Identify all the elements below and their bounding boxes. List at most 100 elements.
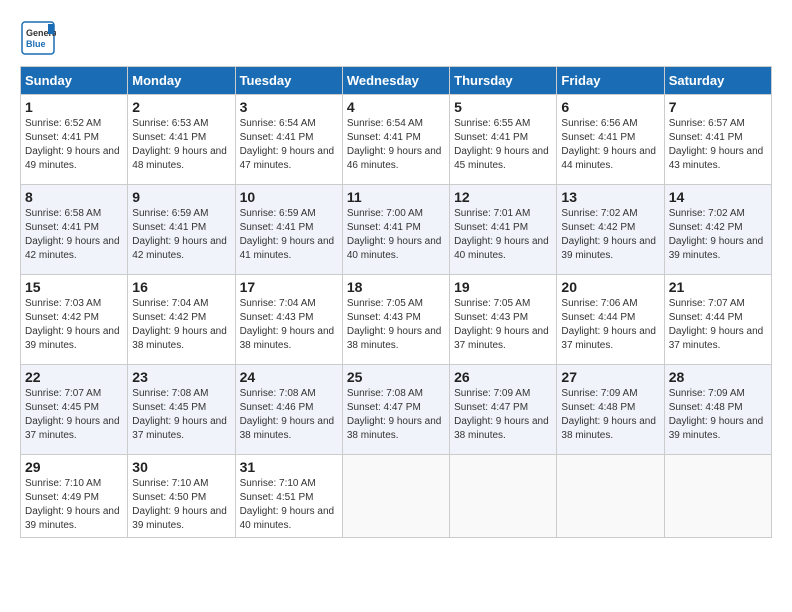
day-cell-18: 18 Sunrise: 7:05 AMSunset: 4:43 PMDaylig…: [342, 275, 449, 365]
day-cell-28: 28 Sunrise: 7:09 AMSunset: 4:48 PMDaylig…: [664, 365, 771, 455]
day-number: 22: [25, 369, 123, 385]
day-info: Sunrise: 7:09 AMSunset: 4:48 PMDaylight:…: [669, 388, 764, 441]
empty-cell: [450, 455, 557, 538]
weekday-header-wednesday: Wednesday: [342, 67, 449, 95]
day-number: 2: [132, 99, 230, 115]
day-number: 18: [347, 279, 445, 295]
day-info: Sunrise: 7:08 AMSunset: 4:47 PMDaylight:…: [347, 388, 442, 441]
day-cell-21: 21 Sunrise: 7:07 AMSunset: 4:44 PMDaylig…: [664, 275, 771, 365]
day-cell-25: 25 Sunrise: 7:08 AMSunset: 4:47 PMDaylig…: [342, 365, 449, 455]
day-cell-9: 9 Sunrise: 6:59 AMSunset: 4:41 PMDayligh…: [128, 185, 235, 275]
day-cell-12: 12 Sunrise: 7:01 AMSunset: 4:41 PMDaylig…: [450, 185, 557, 275]
day-info: Sunrise: 6:54 AMSunset: 4:41 PMDaylight:…: [347, 118, 442, 171]
day-cell-26: 26 Sunrise: 7:09 AMSunset: 4:47 PMDaylig…: [450, 365, 557, 455]
day-number: 26: [454, 369, 552, 385]
empty-cell: [342, 455, 449, 538]
day-info: Sunrise: 7:05 AMSunset: 4:43 PMDaylight:…: [347, 298, 442, 351]
header: General Blue: [20, 20, 772, 56]
weekday-header-sunday: Sunday: [21, 67, 128, 95]
day-number: 17: [240, 279, 338, 295]
day-cell-31: 31 Sunrise: 7:10 AMSunset: 4:51 PMDaylig…: [235, 455, 342, 538]
day-number: 11: [347, 189, 445, 205]
day-info: Sunrise: 7:03 AMSunset: 4:42 PMDaylight:…: [25, 298, 120, 351]
day-number: 14: [669, 189, 767, 205]
day-info: Sunrise: 7:05 AMSunset: 4:43 PMDaylight:…: [454, 298, 549, 351]
day-cell-17: 17 Sunrise: 7:04 AMSunset: 4:43 PMDaylig…: [235, 275, 342, 365]
day-number: 21: [669, 279, 767, 295]
weekday-header-friday: Friday: [557, 67, 664, 95]
day-cell-16: 16 Sunrise: 7:04 AMSunset: 4:42 PMDaylig…: [128, 275, 235, 365]
day-cell-27: 27 Sunrise: 7:09 AMSunset: 4:48 PMDaylig…: [557, 365, 664, 455]
svg-text:Blue: Blue: [26, 39, 46, 49]
day-number: 28: [669, 369, 767, 385]
day-info: Sunrise: 7:08 AMSunset: 4:45 PMDaylight:…: [132, 388, 227, 441]
day-number: 13: [561, 189, 659, 205]
day-number: 30: [132, 459, 230, 475]
day-number: 27: [561, 369, 659, 385]
weekday-header-monday: Monday: [128, 67, 235, 95]
empty-cell: [664, 455, 771, 538]
day-info: Sunrise: 7:01 AMSunset: 4:41 PMDaylight:…: [454, 208, 549, 261]
weekday-header-thursday: Thursday: [450, 67, 557, 95]
day-cell-19: 19 Sunrise: 7:05 AMSunset: 4:43 PMDaylig…: [450, 275, 557, 365]
day-info: Sunrise: 7:08 AMSunset: 4:46 PMDaylight:…: [240, 388, 335, 441]
day-info: Sunrise: 7:09 AMSunset: 4:48 PMDaylight:…: [561, 388, 656, 441]
day-number: 9: [132, 189, 230, 205]
day-info: Sunrise: 6:54 AMSunset: 4:41 PMDaylight:…: [240, 118, 335, 171]
day-cell-8: 8 Sunrise: 6:58 AMSunset: 4:41 PMDayligh…: [21, 185, 128, 275]
day-number: 20: [561, 279, 659, 295]
day-info: Sunrise: 6:58 AMSunset: 4:41 PMDaylight:…: [25, 208, 120, 261]
day-info: Sunrise: 7:07 AMSunset: 4:45 PMDaylight:…: [25, 388, 120, 441]
day-cell-14: 14 Sunrise: 7:02 AMSunset: 4:42 PMDaylig…: [664, 185, 771, 275]
day-info: Sunrise: 7:09 AMSunset: 4:47 PMDaylight:…: [454, 388, 549, 441]
day-cell-2: 2 Sunrise: 6:53 AMSunset: 4:41 PMDayligh…: [128, 95, 235, 185]
day-info: Sunrise: 6:55 AMSunset: 4:41 PMDaylight:…: [454, 118, 549, 171]
day-cell-4: 4 Sunrise: 6:54 AMSunset: 4:41 PMDayligh…: [342, 95, 449, 185]
day-cell-5: 5 Sunrise: 6:55 AMSunset: 4:41 PMDayligh…: [450, 95, 557, 185]
calendar-table: SundayMondayTuesdayWednesdayThursdayFrid…: [20, 66, 772, 538]
day-number: 8: [25, 189, 123, 205]
logo: General Blue: [20, 20, 60, 56]
day-number: 5: [454, 99, 552, 115]
logo-icon: General Blue: [20, 20, 56, 56]
day-number: 24: [240, 369, 338, 385]
day-number: 1: [25, 99, 123, 115]
day-info: Sunrise: 7:02 AMSunset: 4:42 PMDaylight:…: [669, 208, 764, 261]
day-number: 15: [25, 279, 123, 295]
day-cell-3: 3 Sunrise: 6:54 AMSunset: 4:41 PMDayligh…: [235, 95, 342, 185]
day-cell-20: 20 Sunrise: 7:06 AMSunset: 4:44 PMDaylig…: [557, 275, 664, 365]
day-info: Sunrise: 7:10 AMSunset: 4:50 PMDaylight:…: [132, 478, 227, 531]
day-number: 7: [669, 99, 767, 115]
day-number: 31: [240, 459, 338, 475]
day-info: Sunrise: 6:59 AMSunset: 4:41 PMDaylight:…: [132, 208, 227, 261]
day-number: 4: [347, 99, 445, 115]
day-info: Sunrise: 6:53 AMSunset: 4:41 PMDaylight:…: [132, 118, 227, 171]
day-cell-30: 30 Sunrise: 7:10 AMSunset: 4:50 PMDaylig…: [128, 455, 235, 538]
day-cell-10: 10 Sunrise: 6:59 AMSunset: 4:41 PMDaylig…: [235, 185, 342, 275]
day-info: Sunrise: 6:57 AMSunset: 4:41 PMDaylight:…: [669, 118, 764, 171]
day-number: 29: [25, 459, 123, 475]
day-number: 12: [454, 189, 552, 205]
day-number: 16: [132, 279, 230, 295]
day-cell-15: 15 Sunrise: 7:03 AMSunset: 4:42 PMDaylig…: [21, 275, 128, 365]
day-info: Sunrise: 6:56 AMSunset: 4:41 PMDaylight:…: [561, 118, 656, 171]
day-info: Sunrise: 6:52 AMSunset: 4:41 PMDaylight:…: [25, 118, 120, 171]
day-cell-29: 29 Sunrise: 7:10 AMSunset: 4:49 PMDaylig…: [21, 455, 128, 538]
day-number: 6: [561, 99, 659, 115]
day-info: Sunrise: 7:06 AMSunset: 4:44 PMDaylight:…: [561, 298, 656, 351]
day-cell-11: 11 Sunrise: 7:00 AMSunset: 4:41 PMDaylig…: [342, 185, 449, 275]
day-cell-22: 22 Sunrise: 7:07 AMSunset: 4:45 PMDaylig…: [21, 365, 128, 455]
day-info: Sunrise: 7:04 AMSunset: 4:42 PMDaylight:…: [132, 298, 227, 351]
day-number: 3: [240, 99, 338, 115]
day-number: 23: [132, 369, 230, 385]
day-cell-23: 23 Sunrise: 7:08 AMSunset: 4:45 PMDaylig…: [128, 365, 235, 455]
day-cell-24: 24 Sunrise: 7:08 AMSunset: 4:46 PMDaylig…: [235, 365, 342, 455]
day-number: 25: [347, 369, 445, 385]
day-cell-13: 13 Sunrise: 7:02 AMSunset: 4:42 PMDaylig…: [557, 185, 664, 275]
day-number: 10: [240, 189, 338, 205]
day-info: Sunrise: 7:10 AMSunset: 4:49 PMDaylight:…: [25, 478, 120, 531]
empty-cell: [557, 455, 664, 538]
day-info: Sunrise: 7:02 AMSunset: 4:42 PMDaylight:…: [561, 208, 656, 261]
day-info: Sunrise: 7:04 AMSunset: 4:43 PMDaylight:…: [240, 298, 335, 351]
day-cell-7: 7 Sunrise: 6:57 AMSunset: 4:41 PMDayligh…: [664, 95, 771, 185]
